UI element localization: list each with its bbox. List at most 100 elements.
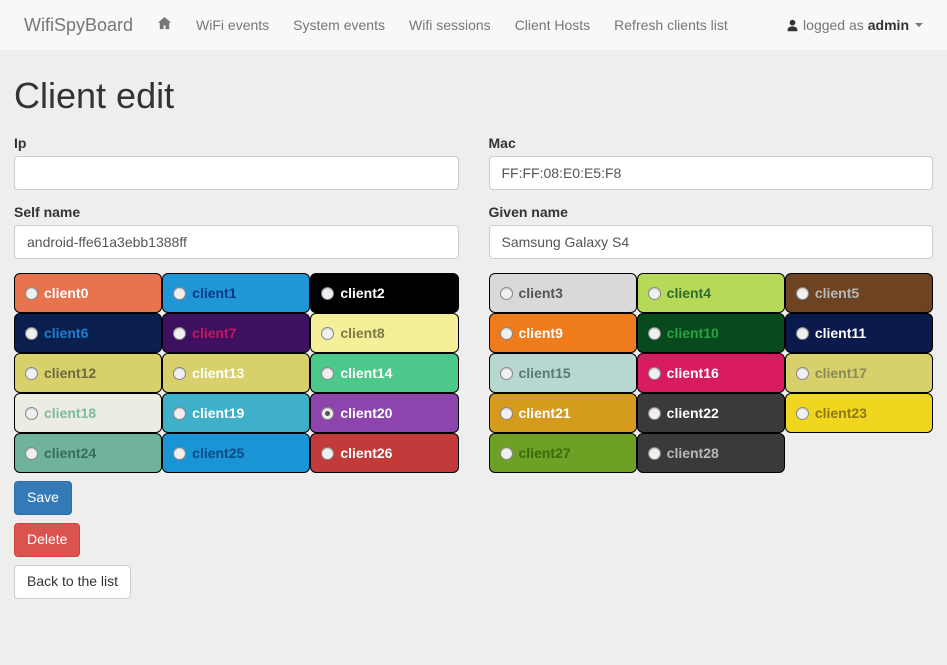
client-swatch-label: client26 <box>340 445 392 461</box>
client-swatch-label: client17 <box>815 365 867 381</box>
ip-label: Ip <box>14 135 459 151</box>
client-swatch[interactable]: client14 <box>310 353 458 393</box>
brand-link[interactable]: WifiSpyBoard <box>12 15 145 36</box>
client-radio[interactable] <box>173 407 186 420</box>
client-swatch-label: client8 <box>340 325 384 341</box>
client-radio[interactable] <box>648 367 661 380</box>
client-swatch-label: client25 <box>192 445 244 461</box>
client-swatch-label: client7 <box>192 325 236 341</box>
client-swatch[interactable]: client9 <box>489 313 637 353</box>
self-name-input[interactable] <box>14 225 459 259</box>
user-icon <box>786 19 799 32</box>
given-name-input[interactable] <box>489 225 934 259</box>
nav-client-hosts[interactable]: Client Hosts <box>503 2 602 48</box>
client-swatch-label: client27 <box>519 445 571 461</box>
client-radio[interactable] <box>648 327 661 340</box>
client-swatch[interactable]: client19 <box>162 393 310 433</box>
client-swatch-label: client1 <box>192 285 236 301</box>
client-radio[interactable] <box>500 367 513 380</box>
client-radio[interactable] <box>25 407 38 420</box>
client-swatch-label: client15 <box>519 365 571 381</box>
client-radio[interactable] <box>25 287 38 300</box>
client-radio[interactable] <box>648 287 661 300</box>
caret-down-icon <box>915 23 923 27</box>
client-radio[interactable] <box>321 327 334 340</box>
client-swatch-label: client16 <box>667 365 719 381</box>
client-swatch[interactable]: client4 <box>637 273 785 313</box>
nav-wifi-events[interactable]: WiFi events <box>184 2 281 48</box>
back-button[interactable]: Back to the list <box>14 565 131 599</box>
client-radio[interactable] <box>25 327 38 340</box>
client-swatch[interactable]: client13 <box>162 353 310 393</box>
client-swatch[interactable]: client18 <box>14 393 162 433</box>
home-link[interactable] <box>145 1 184 49</box>
client-swatch-label: client13 <box>192 365 244 381</box>
client-swatch-label: client9 <box>519 325 563 341</box>
client-swatch[interactable]: client16 <box>637 353 785 393</box>
client-radio[interactable] <box>796 407 809 420</box>
nav-refresh-clients[interactable]: Refresh clients list <box>602 2 740 48</box>
client-swatch[interactable]: client20 <box>310 393 458 433</box>
client-palette: client0 client1 client2 client6 client7 clien… <box>14 273 933 473</box>
client-swatch[interactable]: client26 <box>310 433 458 473</box>
client-swatch[interactable]: client3 <box>489 273 637 313</box>
self-name-label: Self name <box>14 204 459 220</box>
mac-input[interactable] <box>489 156 934 190</box>
client-radio[interactable] <box>500 447 513 460</box>
delete-button[interactable]: Delete <box>14 523 80 557</box>
client-swatch-label: client18 <box>44 405 96 421</box>
client-swatch[interactable]: client17 <box>785 353 933 393</box>
client-swatch[interactable]: client5 <box>785 273 933 313</box>
client-radio[interactable] <box>500 287 513 300</box>
given-name-label: Given name <box>489 204 934 220</box>
client-radio[interactable] <box>173 327 186 340</box>
client-swatch[interactable]: client15 <box>489 353 637 393</box>
client-swatch-label: client0 <box>44 285 88 301</box>
client-swatch[interactable]: client22 <box>637 393 785 433</box>
user-menu[interactable]: logged as admin <box>774 2 935 48</box>
client-swatch-label: client5 <box>815 285 859 301</box>
client-swatch[interactable]: client25 <box>162 433 310 473</box>
client-swatch[interactable]: client24 <box>14 433 162 473</box>
client-radio[interactable] <box>173 287 186 300</box>
user-name: admin <box>868 17 909 33</box>
client-radio[interactable] <box>25 447 38 460</box>
client-radio[interactable] <box>796 327 809 340</box>
ip-input[interactable] <box>14 156 459 190</box>
nav-wifi-sessions[interactable]: Wifi sessions <box>397 2 503 48</box>
client-swatch[interactable]: client23 <box>785 393 933 433</box>
client-swatch[interactable]: client6 <box>14 313 162 353</box>
client-radio[interactable] <box>796 367 809 380</box>
client-radio[interactable] <box>321 367 334 380</box>
client-swatch[interactable]: client28 <box>637 433 785 473</box>
client-swatch[interactable]: client11 <box>785 313 933 353</box>
client-swatch[interactable]: client8 <box>310 313 458 353</box>
client-swatch[interactable]: client7 <box>162 313 310 353</box>
client-swatch[interactable]: client21 <box>489 393 637 433</box>
client-swatch-label: client11 <box>815 325 866 341</box>
save-button[interactable]: Save <box>14 481 72 515</box>
client-swatch[interactable]: client12 <box>14 353 162 393</box>
client-swatch[interactable]: client1 <box>162 273 310 313</box>
client-radio[interactable] <box>796 287 809 300</box>
client-radio[interactable] <box>500 407 513 420</box>
client-swatch-label: client2 <box>340 285 384 301</box>
client-radio[interactable] <box>25 367 38 380</box>
client-radio[interactable] <box>648 447 661 460</box>
client-radio[interactable] <box>321 447 334 460</box>
client-radio[interactable] <box>500 327 513 340</box>
home-icon <box>157 16 172 31</box>
nav-system-events[interactable]: System events <box>281 2 397 48</box>
client-swatch[interactable]: client2 <box>310 273 458 313</box>
client-radio[interactable] <box>173 447 186 460</box>
client-swatch[interactable]: client10 <box>637 313 785 353</box>
client-radio[interactable] <box>321 407 334 420</box>
client-swatch[interactable]: client27 <box>489 433 637 473</box>
client-swatch[interactable]: client0 <box>14 273 162 313</box>
client-radio[interactable] <box>648 407 661 420</box>
client-swatch-label: client28 <box>667 445 719 461</box>
client-swatch-label: client10 <box>667 325 719 341</box>
client-radio[interactable] <box>173 367 186 380</box>
client-radio[interactable] <box>321 287 334 300</box>
navbar: WifiSpyBoard WiFi events System events W… <box>0 0 947 51</box>
